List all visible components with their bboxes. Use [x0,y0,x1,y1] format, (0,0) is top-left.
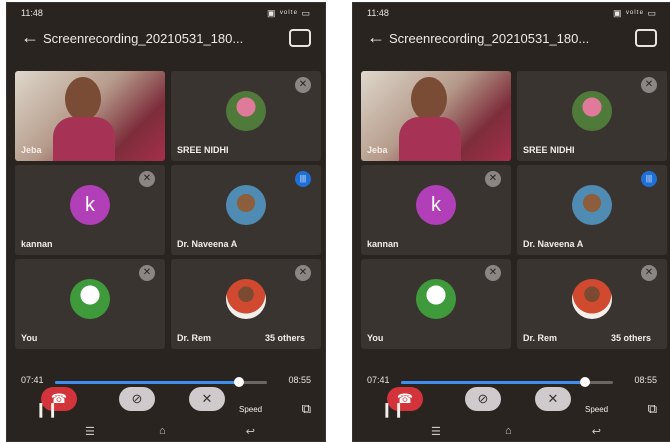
camera-off-icon[interactable]: ⊘ [119,387,155,411]
participant-tile[interactable]: ||| Dr. Naveena A [171,165,321,255]
back-icon[interactable]: ↩ [246,425,255,438]
title-bar: ← Screenrecording_20210531_180... [353,23,670,55]
rotate-screen-icon[interactable] [635,29,657,47]
status-icons: ▣ ᵛᵒˡᵗᵉ ▭ [266,8,311,18]
avatar [226,185,266,225]
mic-muted-icon: ✕ [139,265,155,281]
participant-name: SREE NIDHI [523,145,575,155]
avatar [572,279,612,319]
avatar [226,91,266,131]
seek-progress [55,381,240,384]
mic-muted-icon: ✕ [641,265,657,281]
person-body [399,117,461,161]
pause-icon[interactable]: ❙❙ [35,401,58,418]
person-body [53,117,115,161]
seek-progress [401,381,586,384]
back-arrow-icon[interactable]: ← [21,27,39,48]
system-nav-bar: ☰ ⌂ ↩ [7,425,325,441]
avatar [572,91,612,131]
mic-muted-icon: ✕ [139,171,155,187]
participant-tile[interactable]: ✕ Dr. Rem 35 others [517,259,667,349]
mic-muted-icon: ✕ [295,77,311,93]
crop-icon[interactable]: ⧉ [302,401,311,417]
participant-tile[interactable]: ✕ You [361,259,511,349]
participant-name: SREE NIDHI [177,145,229,155]
status-icons: ▣ ᵛᵒˡᵗᵉ ▭ [612,8,657,18]
back-icon[interactable]: ↩ [592,425,601,438]
back-arrow-icon[interactable]: ← [367,27,385,48]
avatar [226,279,266,319]
status-bar: 11:48 ▣ ᵛᵒˡᵗᵉ ▭ [7,3,325,23]
crop-icon[interactable]: ⧉ [648,401,657,417]
person-head [411,77,447,121]
current-time: 07:41 [367,375,390,385]
avatar [416,279,456,319]
status-time: 11:48 [367,8,389,18]
participant-tile[interactable]: ✕ SREE NIDHI [517,71,667,161]
participant-tile[interactable]: ✕ You [15,259,165,349]
mic-muted-icon: ✕ [485,171,501,187]
seek-bar[interactable] [401,377,613,387]
participant-name: Jeba [21,145,42,155]
mic-off-icon[interactable]: ✕ [189,387,225,411]
mic-muted-icon: ✕ [485,265,501,281]
participant-tile[interactable]: Jeba [361,71,511,161]
participant-name: Dr. Naveena A [177,239,238,249]
others-count: 35 others [264,333,305,343]
participant-tile[interactable]: Jeba [15,71,165,161]
seek-bar[interactable] [55,377,267,387]
mic-off-icon[interactable]: ✕ [535,387,571,411]
participant-tile[interactable]: ✕ k kannan [15,165,165,255]
speed-button[interactable]: Speed [239,405,262,414]
participant-name: Jeba [367,145,388,155]
video-title: Screenrecording_20210531_180... [43,31,244,46]
mic-muted-icon: ✕ [641,77,657,93]
menu-icon[interactable]: ☰ [431,425,441,438]
person-head [65,77,101,121]
participant-tile[interactable]: ✕ Dr. Rem 35 others [171,259,321,349]
home-icon[interactable]: ⌂ [159,425,166,437]
phone-screen-right: 11:48 ▣ ᵛᵒˡᵗᵉ ▭ ← Screenrecording_202105… [352,2,670,442]
camera-off-icon[interactable]: ⊘ [465,387,501,411]
home-icon[interactable]: ⌂ [505,425,512,437]
total-time: 08:55 [634,375,657,385]
participant-name: Dr. Naveena A [523,239,584,249]
pause-icon[interactable]: ❙❙ [381,401,404,418]
avatar: k [70,185,110,225]
status-time: 11:48 [21,8,43,18]
avatar [70,279,110,319]
participant-tile[interactable]: ✕ k kannan [361,165,511,255]
speaking-indicator-icon: ||| [295,171,311,187]
status-bar: 11:48 ▣ ᵛᵒˡᵗᵉ ▭ [353,3,670,23]
others-count: 35 others [610,333,651,343]
participant-tile[interactable]: ✕ SREE NIDHI [171,71,321,161]
participant-name: kannan [21,239,53,249]
video-title: Screenrecording_20210531_180... [389,31,590,46]
participant-name: Dr. Rem [523,333,558,343]
seek-handle[interactable] [580,377,591,387]
phone-screen-left: 11:48 ▣ ᵛᵒˡᵗᵉ ▭ ← Screenrecording_202105… [6,2,326,442]
title-bar: ← Screenrecording_20210531_180... [7,23,325,55]
total-time: 08:55 [288,375,311,385]
speaking-indicator-icon: ||| [641,171,657,187]
menu-icon[interactable]: ☰ [85,425,95,438]
current-time: 07:41 [21,375,44,385]
participant-name: You [21,333,38,343]
avatar: k [416,185,456,225]
speed-button[interactable]: Speed [585,405,608,414]
participant-tile[interactable]: ||| Dr. Naveena A [517,165,667,255]
seek-handle[interactable] [234,377,245,387]
system-nav-bar: ☰ ⌂ ↩ [353,425,670,441]
rotate-screen-icon[interactable] [289,29,311,47]
participant-name: kannan [367,239,399,249]
participant-name: You [367,333,384,343]
participant-name: Dr. Rem [177,333,212,343]
mic-muted-icon: ✕ [295,265,311,281]
avatar [572,185,612,225]
